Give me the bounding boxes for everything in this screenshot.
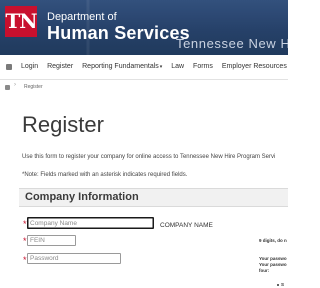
required-note: *Note: Fields marked with an asterisk in… — [22, 172, 188, 178]
breadcrumb-current: Register — [24, 84, 43, 90]
department-name[interactable]: Human Services — [47, 22, 190, 44]
required-asterisk: * — [23, 255, 27, 265]
nav-item-forms[interactable]: Forms — [193, 63, 213, 70]
breadcrumb: › Register — [0, 80, 288, 94]
chevron-down-icon: ▾ — [159, 64, 163, 70]
tn-logo[interactable]: TN — [5, 6, 38, 37]
required-asterisk: * — [23, 236, 27, 246]
password-hint-line3: four: — [259, 268, 270, 273]
bullet-icon — [277, 284, 279, 286]
intro-text: Use this form to register your company f… — [22, 154, 276, 160]
password-rule-item: S — [281, 282, 285, 287]
nav-item-login[interactable]: Login — [21, 63, 38, 70]
nav-item-register[interactable]: Register — [47, 63, 73, 70]
nav-items: Login Register Reporting Fundamentals▾ L… — [21, 62, 288, 72]
password-input[interactable] — [27, 253, 121, 264]
nav-item-employer-resources[interactable]: Employer Resources — [222, 63, 287, 70]
page-title: Register — [22, 112, 104, 137]
site-title: Tennessee New Hire R — [176, 36, 288, 51]
breadcrumb-home-icon[interactable] — [5, 85, 10, 90]
breadcrumb-separator: › — [14, 82, 16, 88]
nav-item-label: Reporting Fundamentals — [82, 63, 159, 70]
nav-item-reporting-fundamentals[interactable]: Reporting Fundamentals▾ — [82, 63, 162, 70]
main-nav: Login Register Reporting Fundamentals▾ L… — [0, 57, 288, 80]
nav-item-law[interactable]: Law — [171, 63, 184, 70]
section-title: Company Information — [25, 191, 139, 203]
company-name-label: COMPANY NAME — [160, 222, 213, 229]
section-header: Company Information — [19, 188, 288, 207]
fein-input[interactable] — [27, 235, 76, 246]
header-banner: TN Department of Human Services Tennesse… — [0, 0, 288, 55]
required-asterisk: * — [23, 219, 27, 229]
company-name-input[interactable] — [27, 217, 154, 229]
home-icon[interactable] — [6, 64, 12, 70]
fein-hint: 9 digits, do n — [259, 238, 287, 243]
